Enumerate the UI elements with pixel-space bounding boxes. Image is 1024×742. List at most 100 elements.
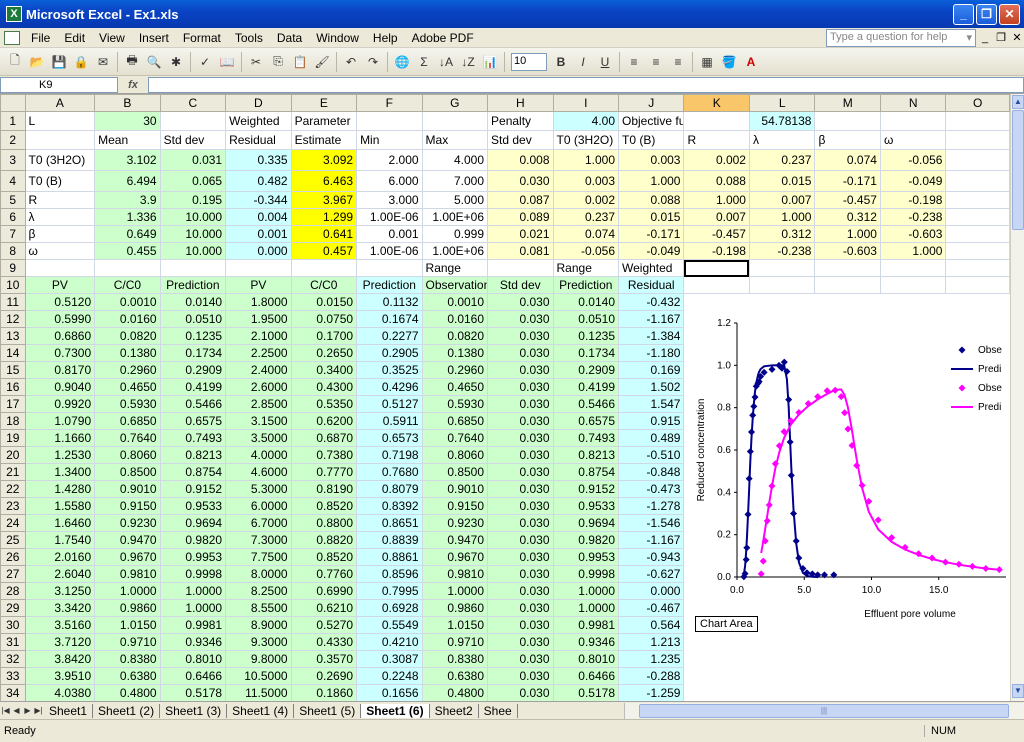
menu-view[interactable]: View bbox=[92, 31, 132, 45]
cell-h31[interactable]: 0.030 bbox=[487, 633, 554, 651]
row-header[interactable]: 13 bbox=[0, 327, 26, 345]
row-header[interactable]: 8 bbox=[0, 242, 26, 260]
row-header[interactable]: 28 bbox=[0, 582, 26, 600]
cell-b17[interactable]: 0.5930 bbox=[94, 395, 161, 413]
cell-a19[interactable]: 1.1660 bbox=[24, 429, 96, 447]
cell-i8[interactable]: -0.056 bbox=[552, 242, 620, 260]
cell-o11[interactable] bbox=[946, 294, 1010, 311]
cell-a16[interactable]: 0.9040 bbox=[24, 378, 96, 396]
underline-icon[interactable]: U bbox=[594, 51, 616, 73]
cell-h28[interactable]: 0.030 bbox=[487, 582, 554, 600]
close-button[interactable]: ✕ bbox=[999, 3, 1020, 25]
row-header[interactable]: 7 bbox=[0, 225, 26, 243]
cell-i34[interactable]: 0.5178 bbox=[552, 684, 620, 702]
cell-f2[interactable]: Min bbox=[356, 130, 423, 150]
cell-l32[interactable] bbox=[749, 651, 814, 668]
cell-e14[interactable]: 0.2650 bbox=[290, 344, 358, 362]
menu-tools[interactable]: Tools bbox=[228, 31, 270, 45]
cell-n9[interactable] bbox=[879, 259, 947, 277]
cell-j33[interactable]: -0.288 bbox=[617, 667, 685, 685]
cell-g26[interactable]: 0.9670 bbox=[421, 548, 489, 566]
cell-f20[interactable]: 0.7198 bbox=[356, 446, 423, 464]
cell-h4[interactable]: 0.030 bbox=[487, 170, 554, 192]
cell-a24[interactable]: 1.6460 bbox=[24, 514, 96, 532]
save-icon[interactable]: 💾 bbox=[48, 51, 70, 73]
redo-icon[interactable]: ↷ bbox=[362, 51, 384, 73]
menu-edit[interactable]: Edit bbox=[57, 31, 92, 45]
column-header-j[interactable]: J bbox=[617, 94, 685, 112]
cell-h15[interactable]: 0.030 bbox=[487, 361, 554, 379]
cell-k34[interactable] bbox=[684, 685, 749, 702]
cell-d8[interactable]: 0.000 bbox=[225, 242, 292, 260]
cell-f34[interactable]: 0.1656 bbox=[356, 684, 423, 702]
row-header[interactable]: 14 bbox=[0, 344, 26, 362]
menu-insert[interactable]: Insert bbox=[132, 31, 176, 45]
row-header[interactable]: 5 bbox=[0, 191, 26, 209]
cell-i9[interactable]: Range bbox=[552, 259, 620, 277]
cell-m4[interactable]: -0.171 bbox=[814, 170, 881, 192]
cell-a22[interactable]: 1.4280 bbox=[24, 480, 96, 498]
cell-c22[interactable]: 0.9152 bbox=[159, 480, 227, 498]
cell-k4[interactable]: 0.088 bbox=[683, 170, 750, 192]
chart-wizard-icon[interactable]: 📊 bbox=[479, 51, 501, 73]
cell-d22[interactable]: 5.3000 bbox=[225, 480, 292, 498]
cell-m8[interactable]: -0.603 bbox=[814, 242, 881, 260]
cell-a9[interactable] bbox=[24, 259, 96, 277]
cell-b23[interactable]: 0.9150 bbox=[94, 497, 161, 515]
cell-c30[interactable]: 0.9981 bbox=[159, 616, 227, 634]
cell-o34[interactable] bbox=[946, 685, 1010, 702]
cell-h16[interactable]: 0.030 bbox=[487, 378, 554, 396]
cell-d20[interactable]: 4.0000 bbox=[225, 446, 292, 464]
vertical-scrollbar[interactable]: ▲ ▼ bbox=[1010, 94, 1024, 701]
row-header[interactable]: 16 bbox=[0, 378, 26, 396]
cell-j19[interactable]: 0.489 bbox=[617, 429, 685, 447]
cell-g1[interactable] bbox=[421, 111, 489, 131]
cell-m33[interactable] bbox=[815, 668, 880, 685]
cell-d12[interactable]: 1.9500 bbox=[225, 310, 292, 328]
cell-i23[interactable]: 0.9533 bbox=[552, 497, 620, 515]
cell-l1[interactable]: 54.78138 bbox=[748, 111, 816, 131]
cell-g19[interactable]: 0.7640 bbox=[421, 429, 489, 447]
row-header[interactable]: 29 bbox=[0, 599, 26, 617]
undo-icon[interactable]: ↶ bbox=[340, 51, 362, 73]
cell-h21[interactable]: 0.030 bbox=[487, 463, 554, 481]
fx-icon[interactable]: fx bbox=[118, 79, 148, 91]
cell-j30[interactable]: 0.564 bbox=[617, 616, 685, 634]
research-book-icon[interactable]: 📖 bbox=[216, 51, 238, 73]
cell-i21[interactable]: 0.8754 bbox=[552, 463, 620, 481]
cell-h25[interactable]: 0.030 bbox=[487, 531, 554, 549]
print-icon[interactable]: 🖶 bbox=[121, 51, 143, 73]
cell-j8[interactable]: -0.049 bbox=[617, 242, 685, 260]
cell-g4[interactable]: 7.000 bbox=[421, 170, 489, 192]
cell-e24[interactable]: 0.8800 bbox=[290, 514, 358, 532]
permission-icon[interactable]: 🔒 bbox=[70, 51, 92, 73]
row-header[interactable]: 22 bbox=[0, 480, 26, 498]
cell-b20[interactable]: 0.8060 bbox=[94, 446, 161, 464]
menu-data[interactable]: Data bbox=[270, 31, 309, 45]
cell-d5[interactable]: -0.344 bbox=[225, 191, 292, 209]
cell-h27[interactable]: 0.030 bbox=[487, 565, 554, 583]
cell-i12[interactable]: 0.0510 bbox=[552, 310, 620, 328]
cell-c14[interactable]: 0.1734 bbox=[159, 344, 227, 362]
cell-e28[interactable]: 0.6990 bbox=[290, 582, 358, 600]
cell-k10[interactable] bbox=[683, 276, 750, 294]
help-search-input[interactable]: Type a question for help ▾ bbox=[826, 28, 976, 47]
cell-i3[interactable]: 1.000 bbox=[552, 149, 620, 171]
cell-j27[interactable]: -0.627 bbox=[617, 565, 685, 583]
cell-b6[interactable]: 1.336 bbox=[94, 208, 161, 226]
column-header-e[interactable]: E bbox=[290, 94, 358, 112]
cell-f19[interactable]: 0.6573 bbox=[356, 429, 423, 447]
cell-g3[interactable]: 4.000 bbox=[421, 149, 489, 171]
cell-f7[interactable]: 0.001 bbox=[356, 225, 423, 243]
font-color-icon[interactable]: A bbox=[740, 51, 762, 73]
cell-i4[interactable]: 0.003 bbox=[552, 170, 620, 192]
cell-f18[interactable]: 0.5911 bbox=[356, 412, 423, 430]
cell-h13[interactable]: 0.030 bbox=[487, 327, 554, 345]
column-header-k[interactable]: K bbox=[683, 94, 750, 112]
row-header[interactable]: 24 bbox=[0, 514, 26, 532]
cell-f15[interactable]: 0.3525 bbox=[356, 361, 423, 379]
cell-j10[interactable]: Residual bbox=[617, 276, 685, 294]
cut-icon[interactable]: ✂ bbox=[245, 51, 267, 73]
cell-d28[interactable]: 8.2500 bbox=[225, 582, 292, 600]
cell-d4[interactable]: 0.482 bbox=[225, 170, 292, 192]
